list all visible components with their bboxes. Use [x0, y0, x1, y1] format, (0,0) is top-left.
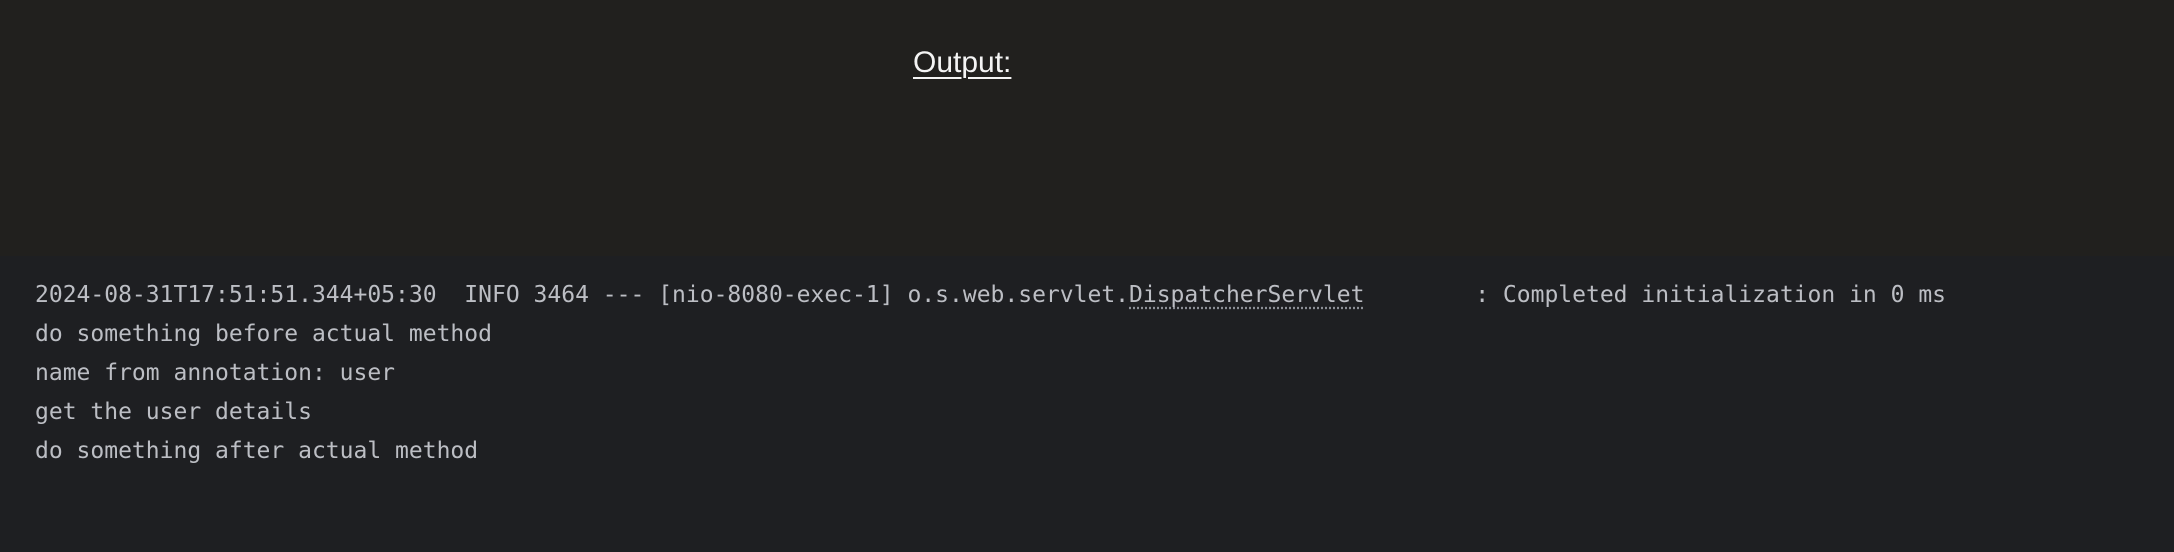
console-panel[interactable]: 2024-08-31T17:51:51.344+05:30 INFO 3464 … [0, 256, 2174, 552]
log-level: INFO [464, 282, 520, 308]
console-line: do something before actual method [35, 321, 492, 347]
console-line: name from annotation: user [35, 360, 396, 386]
log-timestamp: 2024-08-31T17:51:51.344+05:30 [35, 282, 437, 308]
console-line: do something after actual method [35, 438, 479, 464]
log-line: 2024-08-31T17:51:51.344+05:30 INFO 3464 … [35, 276, 2155, 315]
console-output: 2024-08-31T17:51:51.344+05:30 INFO 3464 … [35, 276, 2155, 471]
header-area: Output: [0, 0, 2174, 256]
log-logger-package: o.s.web.servlet. [907, 282, 1130, 308]
log-separator: --- [602, 282, 645, 308]
logger-class-link[interactable]: DispatcherServlet [1129, 282, 1364, 308]
log-pid: 3464 [533, 282, 589, 308]
log-message: : Completed initialization in 0 ms [1475, 282, 1947, 308]
console-line: get the user details [35, 399, 312, 425]
log-thread: [nio-8080-exec-1] [658, 282, 894, 308]
output-heading: Output: [913, 46, 1012, 79]
